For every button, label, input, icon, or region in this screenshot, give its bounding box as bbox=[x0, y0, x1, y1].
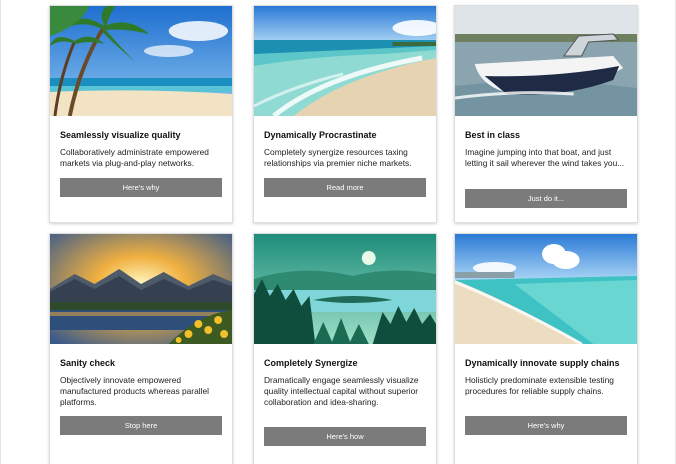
card-image-tropical-beach bbox=[50, 6, 232, 116]
stop-here-button[interactable]: Stop here bbox=[60, 416, 222, 435]
heres-why-button[interactable]: Here's why bbox=[60, 178, 222, 197]
card-title: Seamlessly visualize quality bbox=[60, 130, 181, 140]
card-title: Best in class bbox=[465, 130, 521, 140]
card-title: Dynamically Procrastinate bbox=[264, 130, 377, 140]
just-do-it-button[interactable]: Just do it... bbox=[465, 189, 627, 208]
heres-how-button[interactable]: Here's how bbox=[264, 427, 426, 446]
card-description: Completely synergize resources taxing re… bbox=[264, 147, 412, 168]
card-description: Collaboratively administrate empowered m… bbox=[60, 147, 209, 168]
card-description: Dramatically engage seamlessly visualize… bbox=[264, 375, 419, 407]
card-image-beach-waves bbox=[254, 6, 436, 116]
card-title: Completely Synergize bbox=[264, 358, 358, 368]
card-description: Imagine jumping into that boat, and just… bbox=[465, 147, 625, 168]
card-seamlessly-visualize: Seamlessly visualize quality Collaborati… bbox=[49, 5, 233, 223]
card-title: Sanity check bbox=[60, 358, 116, 368]
card-image-teal-forest bbox=[254, 234, 436, 344]
card-image-turquoise-beach bbox=[455, 234, 637, 344]
card-description: Holisticly predominate extensible testin… bbox=[465, 375, 614, 396]
card-best-in-class: Best in class Imagine jumping into that … bbox=[454, 5, 638, 223]
card-dynamically-procrastinate: Dynamically Procrastinate Completely syn… bbox=[253, 5, 437, 223]
card-title: Dynamically innovate supply chains bbox=[465, 358, 620, 368]
card-description: Objectively innovate empowered manufactu… bbox=[60, 375, 209, 407]
card-dynamically-innovate: Dynamically innovate supply chains Holis… bbox=[454, 233, 638, 464]
card-grid: Seamlessly visualize quality Collaborati… bbox=[0, 0, 676, 464]
card-image-mountain-sunset bbox=[50, 234, 232, 344]
card-sanity-check: Sanity check Objectively innovate empowe… bbox=[49, 233, 233, 464]
heres-why-button[interactable]: Here's why bbox=[465, 416, 627, 435]
card-image-speedboat bbox=[455, 6, 637, 116]
read-more-button[interactable]: Read more bbox=[264, 178, 426, 197]
card-completely-synergize: Completely Synergize Dramatically engage… bbox=[253, 233, 437, 464]
